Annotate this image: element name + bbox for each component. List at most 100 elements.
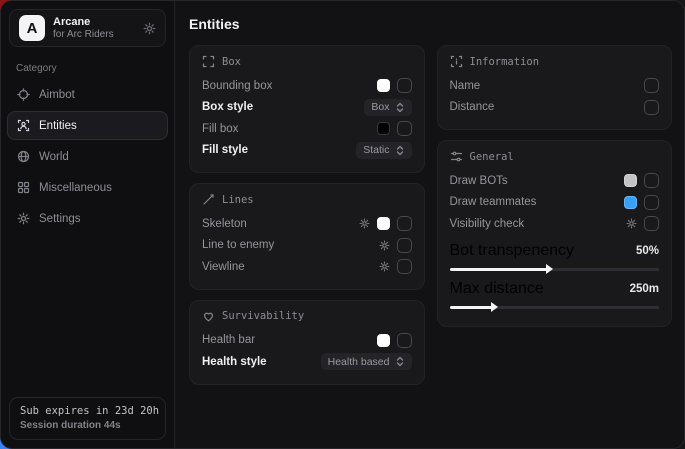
checkbox[interactable] <box>397 216 412 231</box>
checkbox[interactable] <box>644 195 659 210</box>
row-max-distance: Max distance 250m <box>450 277 660 309</box>
row-bounding-box: Bounding box <box>202 75 412 97</box>
app-subtitle: for Arc Riders <box>53 29 114 41</box>
dropdown-health-style[interactable]: Health based <box>321 353 412 370</box>
category-label: Category <box>16 63 174 74</box>
setting-label: Name <box>450 80 481 92</box>
setting-label: Draw BOTs <box>450 175 508 187</box>
app-logo: A <box>19 15 45 41</box>
sidebar-nav: AimbotEntities World Miscellaneous Settings <box>1 80 174 233</box>
setting-label: Max distance <box>450 280 544 298</box>
sidebar-item-label: World <box>39 151 69 163</box>
row-visibility-check: Visibility check <box>450 213 660 235</box>
slider-max-distance[interactable] <box>450 306 660 309</box>
checkbox[interactable] <box>644 216 659 231</box>
panel-box: Box Bounding box Box styleBox Fill box Fill … <box>189 45 425 173</box>
heart-icon <box>202 310 215 323</box>
gear-icon[interactable] <box>379 261 390 272</box>
setting-label: Fill box <box>202 123 238 135</box>
chevrons-up-down-icon <box>395 102 405 113</box>
color-swatch[interactable] <box>624 174 637 187</box>
panel-title: Lines <box>222 194 254 206</box>
sidebar-item-world[interactable]: World <box>7 142 168 171</box>
sliders-icon <box>450 150 463 163</box>
panel-title: Survivability <box>222 310 304 322</box>
subscription-card: Sub expires in 23d 20h Session duration … <box>9 397 166 440</box>
checkbox[interactable] <box>644 78 659 93</box>
panel-title: Box <box>222 56 241 68</box>
slider-thumb[interactable] <box>546 264 553 274</box>
setting-label: Viewline <box>202 261 245 273</box>
panel-header: General <box>450 150 660 163</box>
slider-value: 250m <box>630 283 659 295</box>
setting-label: Draw teammates <box>450 196 537 208</box>
slider-thumb[interactable] <box>491 302 498 312</box>
panel-header: Survivability <box>202 310 412 323</box>
row-line-to-enemy: Line to enemy <box>202 235 412 257</box>
row-draw-bots: Draw BOTs <box>450 170 660 192</box>
setting-label: Distance <box>450 101 495 113</box>
setting-label: Skeleton <box>202 218 247 230</box>
setting-label: Visibility check <box>450 218 525 230</box>
globe-icon <box>17 150 30 163</box>
dropdown-fill-style[interactable]: Static <box>356 142 411 159</box>
panel-lines: Lines Skeleton Line to enemy Viewline <box>189 183 425 290</box>
panel-general: General Draw BOTs Draw teammates Visibility… <box>437 140 673 327</box>
sub-expiry-text: Sub expires in 23d 20h <box>20 405 155 417</box>
panel-column: Information Name Distance General Draw BOTs D… <box>437 45 673 327</box>
color-swatch[interactable] <box>377 334 390 347</box>
page-title: Entities <box>189 16 672 32</box>
setting-label: Fill style <box>202 144 248 156</box>
sidebar: A Arcane for Arc Riders Category AimbotE… <box>1 1 175 448</box>
sidebar-item-miscellaneous[interactable]: Miscellaneous <box>7 173 168 202</box>
setting-label: Health bar <box>202 334 255 346</box>
checkbox[interactable] <box>644 173 659 188</box>
gear-icon[interactable] <box>359 218 370 229</box>
checkbox[interactable] <box>644 100 659 115</box>
checkbox[interactable] <box>397 259 412 274</box>
panel-information: Information Name Distance <box>437 45 673 130</box>
session-duration-text: Session duration 44s <box>20 420 155 431</box>
gear-icon[interactable] <box>379 240 390 251</box>
checkbox[interactable] <box>397 121 412 136</box>
setting-label: Bounding box <box>202 80 272 92</box>
chevrons-up-down-icon <box>395 145 405 156</box>
gear-icon[interactable] <box>143 22 156 35</box>
logo-card: A Arcane for Arc Riders <box>9 9 166 47</box>
panel-survivability: Survivability Health bar Health styleHealt… <box>189 300 425 385</box>
color-swatch[interactable] <box>624 196 637 209</box>
color-swatch[interactable] <box>377 122 390 135</box>
row-health-bar: Health bar <box>202 330 412 352</box>
setting-label: Bot transpenency <box>450 242 575 260</box>
info-icon <box>450 55 463 68</box>
panel-header: Box <box>202 55 412 68</box>
color-swatch[interactable] <box>377 79 390 92</box>
row-viewline: Viewline <box>202 256 412 278</box>
checkbox[interactable] <box>397 78 412 93</box>
row-box-style: Box styleBox <box>202 97 412 119</box>
color-swatch[interactable] <box>377 217 390 230</box>
dropdown-box-style[interactable]: Box <box>364 99 411 116</box>
main-content: Entities Box Bounding box Box styleBox Fill… <box>175 1 684 448</box>
row-fill-style: Fill style Static <box>202 140 412 162</box>
checkbox[interactable] <box>397 238 412 253</box>
checkbox[interactable] <box>397 333 412 348</box>
arcane-window: A Arcane for Arc Riders Category AimbotE… <box>0 0 685 449</box>
crosshair-icon <box>17 88 30 101</box>
panel-title: Information <box>470 56 540 68</box>
chevrons-up-down-icon <box>395 356 405 367</box>
sidebar-item-settings[interactable]: Settings <box>7 204 168 233</box>
sidebar-item-aimbot[interactable]: Aimbot <box>7 80 168 109</box>
grid-icon <box>17 181 30 194</box>
sidebar-item-label: Settings <box>39 213 81 225</box>
panel-column: Box Bounding box Box styleBox Fill box Fill … <box>189 45 425 385</box>
dropdown-value: Box <box>371 101 389 113</box>
panel-header: Lines <box>202 193 412 206</box>
setting-label: Line to enemy <box>202 239 274 251</box>
sidebar-item-entities[interactable]: Entities <box>7 111 168 140</box>
slider-value: 50% <box>636 245 659 257</box>
gear-icon[interactable] <box>626 218 637 229</box>
row-health-style: Health styleHealth based <box>202 351 412 373</box>
slider-bot-transpenency[interactable] <box>450 268 660 271</box>
gear-icon <box>17 212 30 225</box>
